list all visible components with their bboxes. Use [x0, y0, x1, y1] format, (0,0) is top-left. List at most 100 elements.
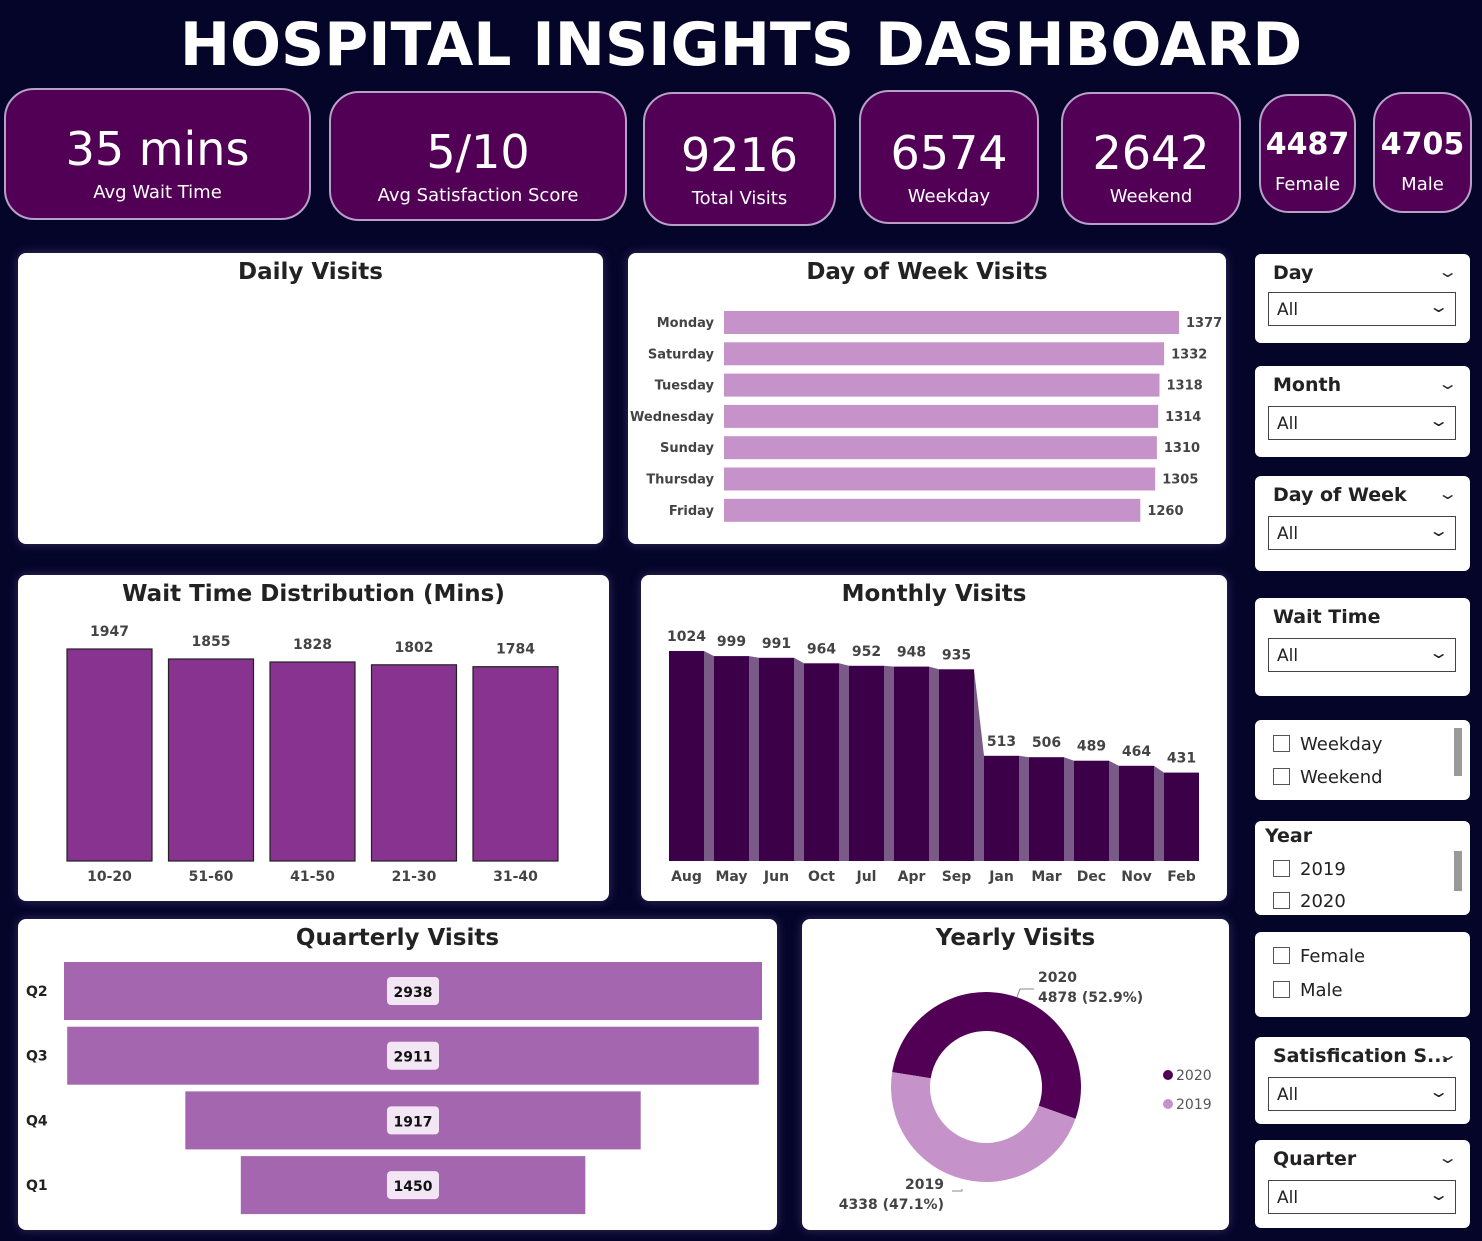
bar — [804, 663, 839, 861]
slicer-title: Year — [1265, 825, 1313, 847]
kpi-value: 35 mins — [65, 122, 250, 176]
chevron-down-icon[interactable]: ⌄ — [1437, 374, 1458, 393]
female-checkbox[interactable]: Female — [1273, 946, 1365, 967]
wait-time-chart: 1947 10-20 1855 51-60 1828 41-50 1802 21-30 1784… — [66, 624, 559, 885]
day-of-week-card[interactable]: Day of Week Visits Monday 1377 Saturday 133… — [628, 253, 1226, 544]
checkbox-box[interactable] — [1273, 981, 1290, 998]
day-slicer: Day ⌄ All ⌄ — [1255, 254, 1470, 343]
checkbox-label: Weekend — [1300, 767, 1383, 788]
data-label: 1332 — [1171, 347, 1207, 362]
slice-value-label: 4878 (52.9%) — [1038, 990, 1143, 1006]
wait-time-dropdown[interactable]: All ⌄ — [1268, 638, 1456, 672]
day-of-week-dropdown[interactable]: All ⌄ — [1268, 516, 1456, 550]
checkbox-box[interactable] — [1273, 947, 1290, 964]
data-label: 991 — [762, 636, 791, 652]
bar — [939, 669, 974, 861]
scrollbar[interactable] — [1454, 851, 1462, 891]
scrollbar[interactable] — [1454, 728, 1462, 776]
data-label: 1377 — [1186, 316, 1222, 331]
chevron-down-icon[interactable]: ⌄ — [1437, 484, 1458, 503]
dropdown-value: All — [1277, 300, 1299, 320]
quarter-dropdown[interactable]: All ⌄ — [1268, 1180, 1456, 1214]
slice-value-label: 4338 (47.1%) — [839, 1197, 944, 1213]
weekday-checkbox[interactable]: Weekday — [1273, 734, 1382, 755]
category-label: Jun — [763, 869, 789, 885]
category-label: 21-30 — [392, 869, 437, 885]
ribbon-connector — [839, 663, 849, 861]
yearly-visits-card[interactable]: Yearly Visits 2020 4878 (52.9%) 2019 4338 (… — [802, 919, 1229, 1230]
wait-time-card[interactable]: Wait Time Distribution (Mins) 1947 10-20 1… — [18, 575, 609, 901]
day-dropdown[interactable]: All ⌄ — [1268, 292, 1456, 326]
legend-swatch — [1163, 1099, 1173, 1109]
data-label: 1310 — [1164, 441, 1200, 456]
kpi-value: 5/10 — [426, 125, 530, 179]
ribbon-connector — [884, 665, 894, 861]
quarterly-visits-card[interactable]: Quarterly Visits Q2 2938 Q3 2911 Q4 1917 Q1 145… — [18, 919, 777, 1230]
bar — [1119, 765, 1154, 861]
checkbox-box[interactable] — [1273, 768, 1290, 785]
bar — [849, 665, 884, 861]
data-label: 1450 — [394, 1179, 433, 1195]
checkbox-box[interactable] — [1273, 735, 1290, 752]
kpi-weekend: 2642 Weekend — [1061, 92, 1241, 225]
category-label: Dec — [1077, 869, 1106, 885]
kpi-label: Avg Wait Time — [93, 182, 222, 203]
checkbox-label: 2019 — [1300, 859, 1346, 880]
ribbon-connector — [1064, 757, 1074, 861]
category-label: 10-20 — [87, 869, 132, 885]
data-label: 431 — [1167, 751, 1196, 767]
chevron-down-icon[interactable]: ⌄ — [1437, 262, 1458, 281]
chevron-down-icon: ⌄ — [1427, 1082, 1450, 1101]
legend-swatch — [1163, 1070, 1173, 1080]
kpi-label: Female — [1274, 174, 1341, 195]
category-label: Thursday — [646, 473, 714, 488]
satisfaction-dropdown[interactable]: All ⌄ — [1268, 1077, 1456, 1111]
data-label: 2938 — [394, 985, 433, 1001]
checkbox-box[interactable] — [1273, 892, 1290, 909]
weekend-checkbox[interactable]: Weekend — [1273, 767, 1383, 788]
slicer-title: Wait Time — [1273, 606, 1381, 628]
leader-line — [1016, 988, 1034, 998]
data-label: 1855 — [192, 634, 231, 650]
ribbon-connector — [1154, 765, 1164, 861]
kpi-label: Weekend — [1109, 186, 1193, 207]
data-label: 952 — [852, 644, 881, 660]
ribbon-connector — [1109, 760, 1119, 861]
category-label: Jan — [988, 869, 1014, 885]
kpi-weekday: 6574 Weekday — [859, 90, 1039, 224]
bar — [724, 342, 1165, 366]
category-label: Nov — [1121, 869, 1151, 885]
bar — [669, 651, 704, 861]
chevron-down-icon[interactable]: ⌄ — [1437, 1045, 1458, 1064]
data-label: 513 — [987, 734, 1016, 750]
wait-time-slicer: Wait Time All ⌄ — [1255, 598, 1470, 696]
daily-visits-card[interactable]: Daily Visits 2.0K3.5K5.0K5.6K6.9K7.8K9.0… — [18, 253, 603, 544]
data-label: 1260 — [1147, 504, 1183, 519]
chevron-down-icon[interactable]: ⌄ — [1437, 1148, 1458, 1167]
month-dropdown[interactable]: All ⌄ — [1268, 406, 1456, 440]
kpi-label: Weekday — [907, 186, 991, 207]
bar — [66, 648, 153, 862]
data-label: 999 — [717, 634, 746, 650]
chevron-down-icon: ⌄ — [1427, 297, 1450, 316]
year-slicer: Year 2019 2020 — [1255, 821, 1470, 915]
bar — [759, 657, 794, 861]
quarterly-visits-chart: Q2 2938 Q3 2911 Q4 1917 Q1 1450 — [26, 962, 762, 1215]
monthly-visits-card[interactable]: Monthly Visits 1024 Aug 999 May 991 Jun 964 Oct… — [641, 575, 1227, 901]
yearly-visits-chart: 2020 4878 (52.9%) 2019 4338 (47.1%) 2020 2019 — [839, 970, 1212, 1213]
year-2019-checkbox[interactable]: 2019 — [1273, 859, 1346, 880]
year-2020-checkbox[interactable]: 2020 — [1273, 891, 1346, 912]
kpi-satisfaction: 5/10 Avg Satisfaction Score — [329, 91, 627, 221]
dropdown-value: All — [1277, 1085, 1299, 1105]
category-label: May — [715, 869, 747, 885]
data-label: 1784 — [496, 642, 535, 658]
kpi-value: 2642 — [1092, 126, 1210, 180]
kpi-male: 4705 Male — [1373, 92, 1472, 213]
month-slicer: Month ⌄ All ⌄ — [1255, 366, 1470, 457]
kpi-value: 4705 — [1380, 127, 1465, 162]
bar — [724, 311, 1179, 334]
bar — [724, 436, 1157, 460]
male-checkbox[interactable]: Male — [1273, 980, 1343, 1001]
ribbon-connector — [749, 656, 759, 861]
checkbox-box[interactable] — [1273, 860, 1290, 877]
